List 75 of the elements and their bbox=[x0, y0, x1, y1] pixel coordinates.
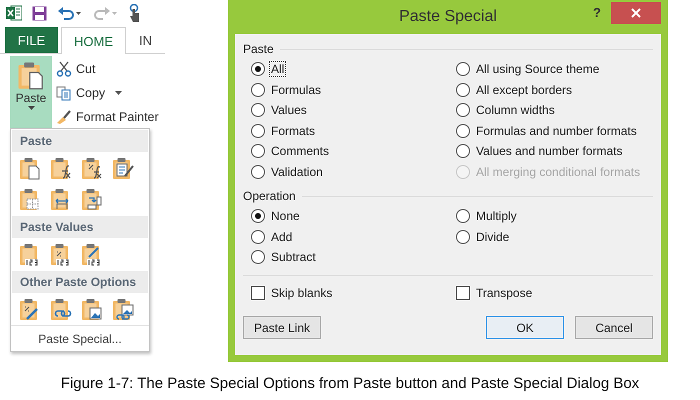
radio-button[interactable] bbox=[251, 250, 265, 264]
radio-button[interactable] bbox=[456, 209, 470, 224]
save-icon[interactable] bbox=[32, 6, 47, 20]
copy-icon bbox=[56, 85, 72, 101]
radio-label: Comments bbox=[270, 143, 330, 160]
clipboard-icon[interactable] bbox=[80, 297, 104, 321]
clipboard-icon[interactable] bbox=[111, 156, 135, 180]
dialog-button[interactable]: OK bbox=[486, 316, 564, 339]
clipboard-icon[interactable] bbox=[49, 156, 73, 180]
radio-label: All except borders bbox=[475, 82, 574, 98]
close-icon bbox=[631, 8, 641, 18]
undo-icon[interactable] bbox=[57, 5, 83, 21]
radio-label: Values bbox=[270, 102, 308, 118]
radio-label: All bbox=[269, 61, 286, 78]
radio-label: Formulas bbox=[270, 82, 322, 98]
dialog-button[interactable]: Paste Link bbox=[243, 316, 321, 339]
scissors-icon bbox=[56, 61, 72, 77]
radio-button[interactable] bbox=[456, 144, 470, 158]
radio-label: Values and number formats bbox=[475, 143, 624, 160]
paste-button[interactable]: Paste bbox=[10, 56, 52, 130]
radio-button[interactable] bbox=[251, 62, 265, 76]
clipboard-icon[interactable] bbox=[49, 297, 73, 321]
group-label: Operation bbox=[243, 189, 296, 203]
radio-button[interactable] bbox=[456, 124, 470, 138]
checkbox[interactable] bbox=[456, 286, 470, 300]
caret-icon bbox=[28, 106, 34, 110]
checkbox-label: Transpose bbox=[475, 284, 534, 301]
radio-label: None bbox=[270, 208, 301, 224]
ribbon-tab[interactable]: IN bbox=[126, 27, 165, 53]
spreadsheet-logo-icon[interactable] bbox=[6, 5, 22, 21]
radio-button[interactable] bbox=[251, 103, 265, 118]
dialog-button[interactable]: Cancel bbox=[575, 316, 653, 339]
paintbrush-icon bbox=[56, 109, 72, 125]
radio-label: All using Source theme bbox=[475, 61, 600, 78]
help-button[interactable]: ? bbox=[593, 5, 601, 20]
close-button[interactable] bbox=[611, 2, 661, 24]
ribbon-tab[interactable]: HOME bbox=[61, 27, 126, 54]
radio-button[interactable] bbox=[251, 164, 265, 179]
radio-label: Formulas and number formats bbox=[475, 122, 638, 139]
clipboard-icon[interactable] bbox=[18, 156, 42, 180]
radio-button[interactable] bbox=[456, 62, 470, 76]
group-label: Paste bbox=[243, 42, 274, 56]
dialog-title: Paste Special bbox=[399, 8, 497, 26]
radio-label: Formats bbox=[270, 122, 316, 139]
hand-icon[interactable] bbox=[129, 4, 139, 22]
radio-button[interactable] bbox=[251, 209, 265, 224]
radio-label: Validation bbox=[270, 164, 324, 180]
clipboard-icon[interactable] bbox=[16, 60, 46, 90]
radio-label: Add bbox=[270, 228, 294, 245]
radio-label: Divide bbox=[475, 228, 510, 245]
figure-caption: Figure 1-7: The Paste Special Options from Paste button and Paste Special Dialog Box bbox=[60, 374, 640, 392]
ribbon-command[interactable]: Copy bbox=[56, 82, 159, 104]
menu-section-header: Paste bbox=[12, 130, 148, 152]
clipboard-icon[interactable] bbox=[80, 156, 104, 180]
menu-section-header: Paste Values bbox=[12, 216, 148, 238]
radio-button[interactable] bbox=[251, 82, 265, 97]
radio-button[interactable] bbox=[456, 230, 470, 244]
radio-button[interactable] bbox=[456, 82, 470, 97]
clipboard-icon[interactable] bbox=[111, 297, 135, 321]
ribbon-command[interactable]: Format Painter bbox=[56, 106, 159, 128]
paste-special-menu-item[interactable]: Paste Special... bbox=[11, 325, 149, 352]
radio-button[interactable] bbox=[456, 103, 470, 118]
radio-button[interactable] bbox=[251, 230, 265, 244]
radio-button[interactable] bbox=[251, 144, 265, 158]
ribbon-command[interactable]: Cut bbox=[56, 58, 159, 80]
radio-label: Subtract bbox=[270, 249, 317, 266]
ribbon-tab[interactable]: FILE bbox=[5, 27, 58, 53]
radio-button[interactable] bbox=[251, 124, 265, 138]
radio-label: Column widths bbox=[475, 102, 556, 118]
menu-section-header: Other Paste Options bbox=[12, 271, 148, 293]
checkbox[interactable] bbox=[251, 286, 265, 300]
clipboard-icon[interactable] bbox=[80, 187, 104, 211]
checkbox-label: Skip blanks bbox=[270, 284, 334, 301]
radio-label: All merging conditional formats bbox=[475, 164, 642, 180]
radio-label: Multiply bbox=[475, 208, 518, 224]
